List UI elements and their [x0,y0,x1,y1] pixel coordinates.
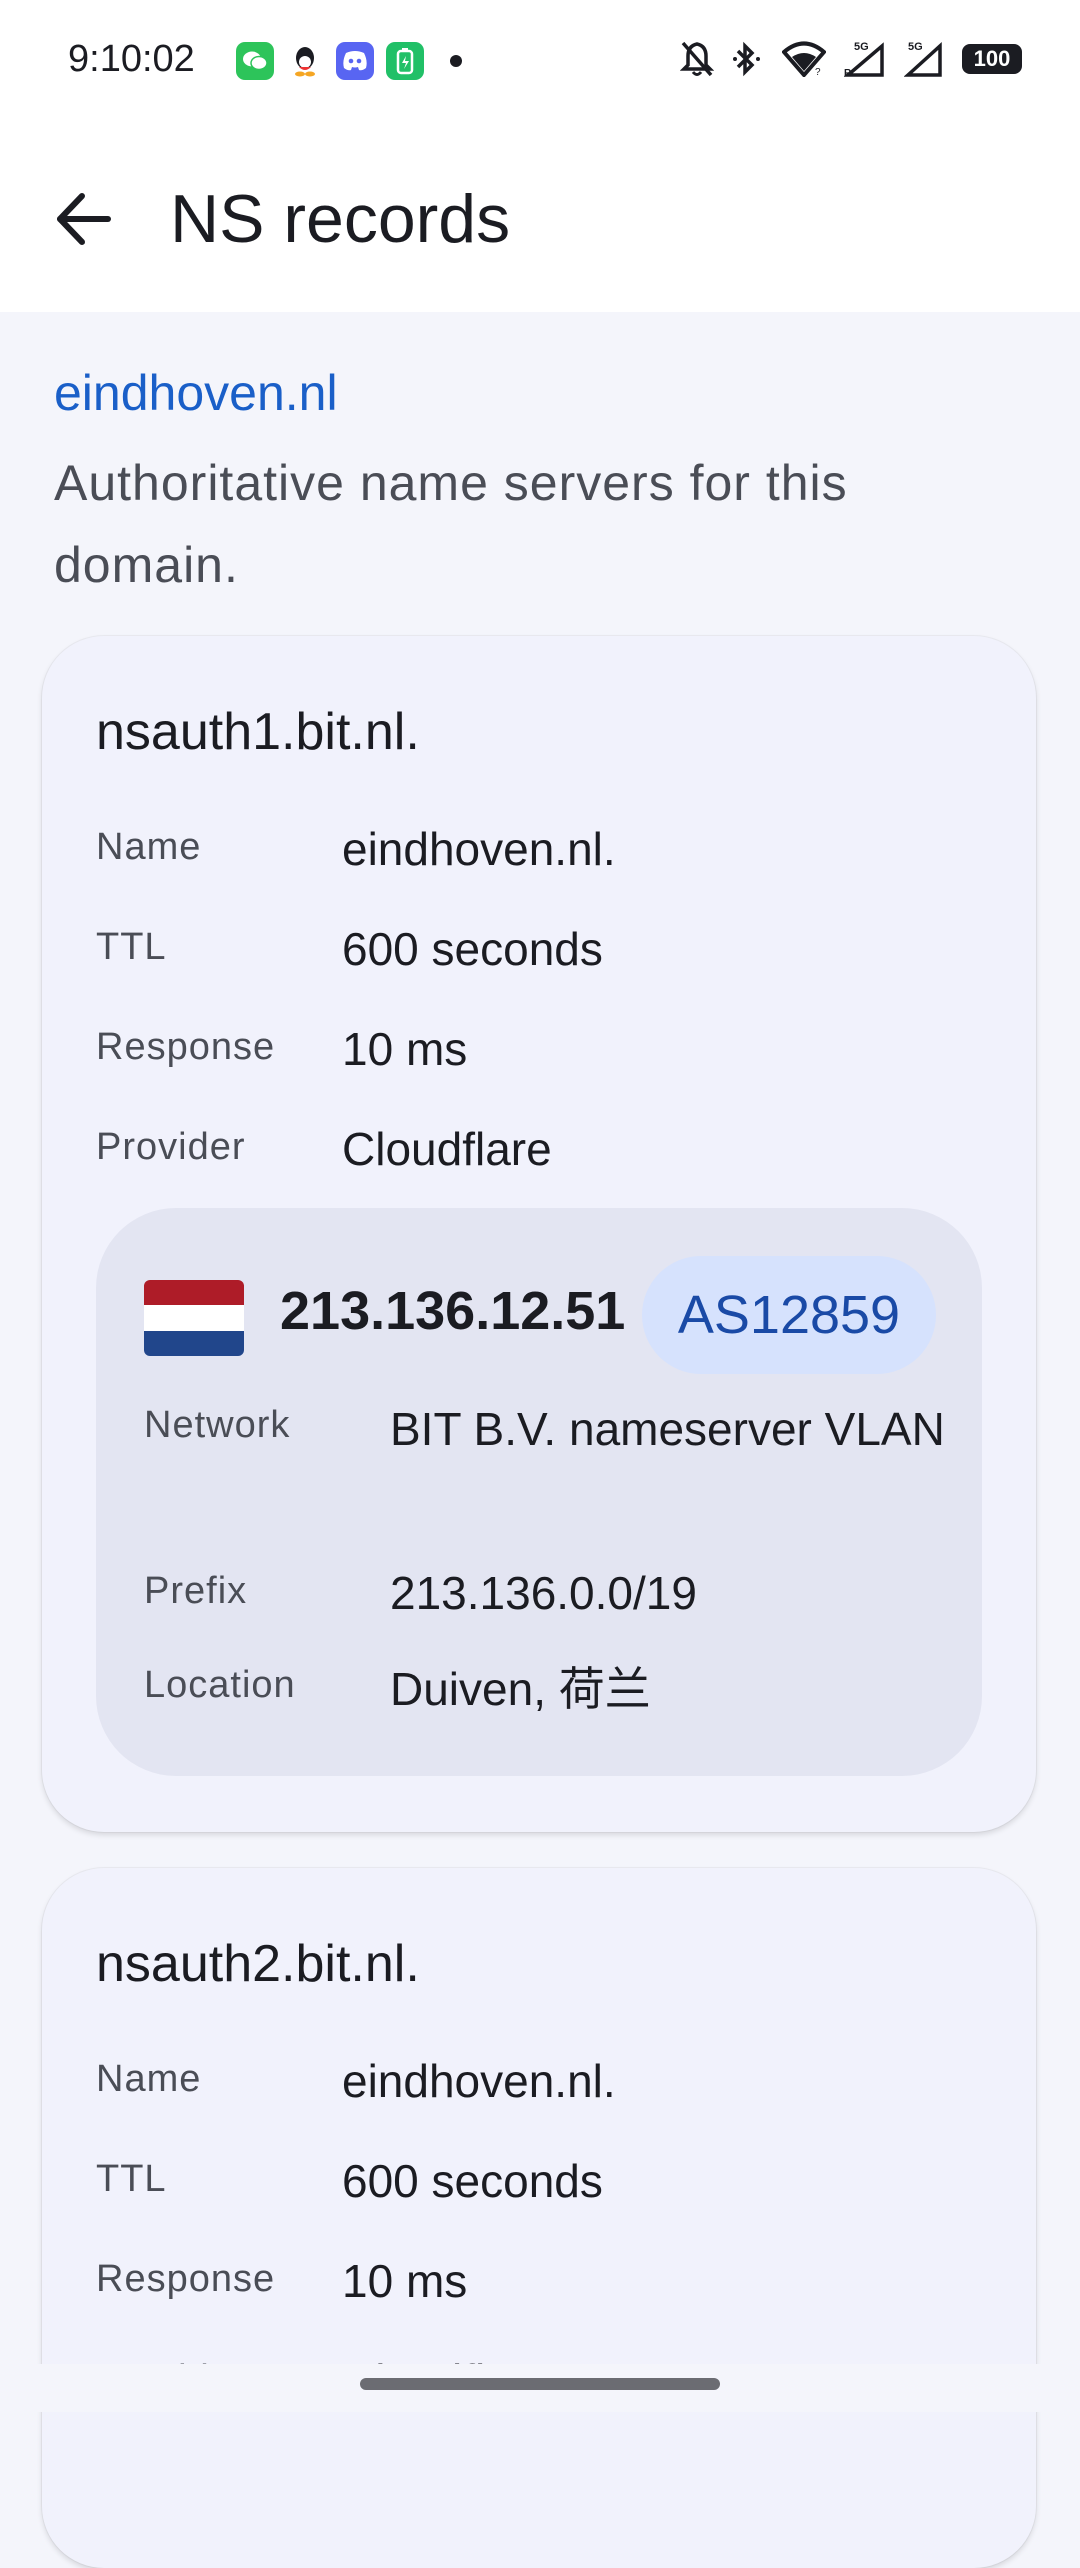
name-value: eindhoven.nl. [342,823,616,875]
ttl-value: 600 seconds [342,923,603,975]
svg-text:5G: 5G [854,41,869,53]
response-label: Response [96,1026,276,1068]
prefix-label: Prefix [144,1570,248,1612]
notification-icons [236,42,462,80]
response-value: 10 ms [342,2255,468,2307]
qq-icon [286,42,324,80]
page-title: NS records [170,181,511,257]
ns-record-card: nsauth2.bit.nl. Name eindhoven.nl. TTL 6… [42,1868,1036,2568]
main-content: eindhoven.nl Authoritative name servers … [0,312,1080,2568]
response-label: Response [96,2258,276,2300]
provider-label: Provider [96,1126,246,1168]
bluetooth-icon [733,41,760,77]
name-value: eindhoven.nl. [342,2055,616,2107]
ttl-label: TTL [96,926,167,968]
arrow-back-icon [57,193,111,245]
prefix-value: 213.136.0.0/19 [390,1567,697,1619]
home-indicator[interactable] [360,2378,720,2390]
network-value: BIT B.V. nameserver VLAN [390,1403,945,1455]
description: Authoritative name servers for this doma… [54,455,848,593]
system-icons: ? 5G R 5G 100 [680,40,1022,78]
asn-chip[interactable]: AS12859 [642,1256,936,1374]
network-label: Network [144,1404,291,1446]
ip-address-card[interactable]: 213.136.12.51 AS12859 Network BIT B.V. n… [96,1208,982,1776]
netherlands-flag-icon [144,1280,244,1356]
battery-indicator: 100 [962,44,1022,74]
wechat-icon [236,42,274,80]
ns-host: nsauth1.bit.nl. [96,703,420,761]
battery-app-icon [386,42,424,80]
response-value: 10 ms [342,1023,468,1075]
ttl-value: 600 seconds [342,2155,603,2207]
more-notifications-dot [450,55,462,67]
discord-icon [336,42,374,80]
name-label: Name [96,826,202,868]
status-time: 9:10:02 [68,38,195,80]
name-label: Name [96,2058,202,2100]
wifi-icon: ? [782,41,826,77]
ns-host: nsauth2.bit.nl. [96,1935,420,1993]
location-label: Location [144,1664,296,1706]
provider-value: Cloudflare [342,1123,552,1175]
svg-text:?: ? [815,67,821,77]
svg-text:R: R [844,68,852,78]
back-button[interactable] [50,184,120,254]
svg-text:5G: 5G [908,41,923,53]
ns-record-card: nsauth1.bit.nl. Name eindhoven.nl. TTL 6… [42,636,1036,1832]
domain-link[interactable]: eindhoven.nl [54,364,338,422]
app-bar: NS records [0,124,1080,312]
ip-address: 213.136.12.51 [280,1281,626,1341]
signal-5g-icon: 5G [904,41,942,77]
signal-5g-icon: 5G R [844,41,884,78]
mute-icon [680,41,714,77]
location-value: Duiven, 荷兰 [390,1663,651,1715]
status-bar: 9:10:02 ? 5G R 5G 100 [0,0,1080,124]
ttl-label: TTL [96,2158,167,2200]
